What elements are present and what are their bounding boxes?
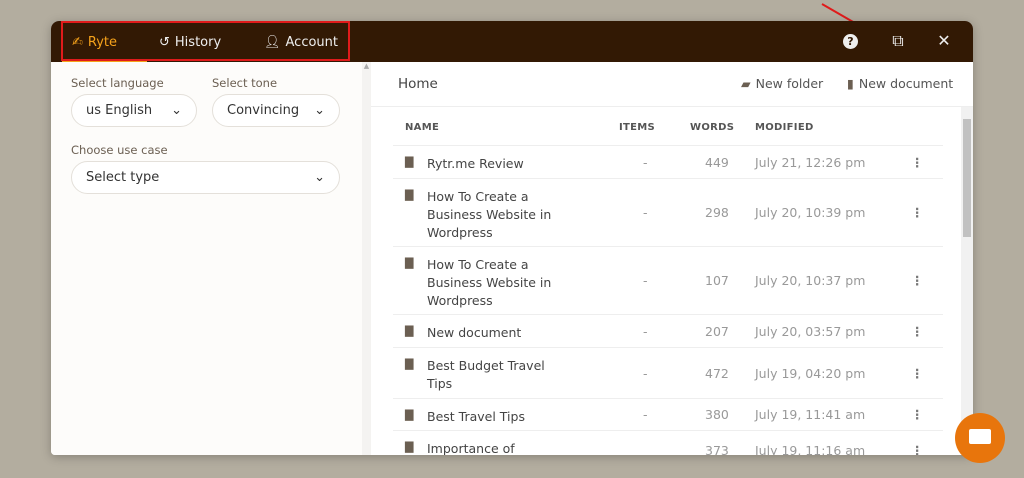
word-count: 207	[705, 323, 729, 339]
table-row[interactable]: ▇ How To Create a Business Website in Wo…	[393, 246, 943, 314]
right-scrollbar[interactable]	[961, 107, 973, 455]
table-row[interactable]: ▇ Best Budget Travel Tips - 472 July 19,…	[393, 347, 943, 398]
new-folder-button[interactable]: ▰ New folder	[741, 76, 823, 91]
more-options-icon[interactable]: ⋮	[911, 273, 924, 288]
hand-writing-icon: ✍	[72, 34, 83, 50]
modified-date: July 20, 10:37 pm	[755, 273, 866, 288]
close-icon[interactable]: ✕	[934, 31, 954, 50]
new-document-button[interactable]: ▮ New document	[847, 76, 953, 91]
more-options-icon[interactable]: ⋮	[911, 324, 924, 339]
breadcrumb-home[interactable]: Home	[398, 76, 438, 92]
document-icon: ▇	[405, 155, 414, 168]
document-icon: ▇	[405, 440, 414, 453]
items-count: -	[643, 205, 648, 220]
column-items: ITEMS	[619, 122, 656, 133]
column-modified: MODIFIED	[755, 122, 814, 133]
document-plus-icon: ▮	[847, 76, 854, 91]
open-external-icon[interactable]: ⧉	[888, 31, 908, 51]
document-name[interactable]: Best Budget Travel Tips	[427, 357, 567, 393]
word-count: 449	[705, 154, 729, 170]
chevron-down-icon: ⌄	[171, 103, 182, 118]
document-name[interactable]: Best Travel Tips	[427, 408, 567, 426]
more-options-icon[interactable]: ⋮	[911, 155, 924, 170]
table-row[interactable]: ▇ How To Create a Business Website in Wo…	[393, 178, 943, 246]
table-row[interactable]: ▇ New document - 207 July 20, 03:57 pm ⋮	[393, 314, 943, 347]
document-name[interactable]: New document	[427, 324, 567, 342]
items-count: -	[643, 323, 648, 339]
tab-history[interactable]: ↺ History	[159, 23, 221, 61]
left-panel: Select language us English ⌄ Select tone …	[51, 62, 362, 455]
usecase-select[interactable]: Select type ⌄	[71, 161, 340, 194]
document-icon: ▇	[405, 188, 414, 201]
user-icon: 👤︎	[264, 34, 281, 50]
header: ✍ Ryte ↺ History 👤︎ Account ? ⧉ ✕	[51, 21, 973, 63]
document-icon: ▇	[405, 408, 414, 421]
history-icon: ↺	[159, 34, 170, 50]
scrollbar-thumb[interactable]	[963, 119, 971, 237]
more-options-icon[interactable]: ⋮	[911, 366, 924, 381]
document-name[interactable]: How To Create a Business Website in Word…	[427, 256, 567, 310]
modified-date: July 20, 03:57 pm	[755, 323, 866, 339]
modified-date: July 19, 04:20 pm	[755, 365, 866, 381]
modified-date: July 21, 12:26 pm	[755, 154, 866, 170]
items-count: -	[643, 407, 648, 422]
document-name[interactable]: Importance of	[427, 440, 567, 455]
tone-select[interactable]: Convincing ⌄	[212, 94, 340, 127]
items-count: -	[643, 273, 648, 288]
documents-panel: Home ▰ New folder ▮ New document NAME ITEM…	[371, 62, 973, 455]
table-row[interactable]: ▇ Best Travel Tips - 380 July 19, 11:41 …	[393, 398, 943, 430]
modified-date: July 20, 10:39 pm	[755, 205, 866, 220]
help-icon[interactable]: ?	[843, 34, 858, 49]
chevron-down-icon: ⌄	[314, 170, 325, 185]
document-icon: ▇	[405, 357, 414, 370]
chat-icon	[969, 429, 991, 444]
tone-label: Select tone	[212, 76, 278, 90]
chevron-down-icon: ⌄	[314, 103, 325, 118]
word-count: 107	[705, 273, 729, 288]
tab-account[interactable]: 👤︎ Account	[264, 23, 338, 61]
word-count: 298	[705, 205, 729, 220]
items-count: -	[643, 365, 648, 381]
document-icon: ▇	[405, 324, 414, 337]
word-count: 472	[705, 365, 729, 381]
document-name[interactable]: Rytr.me Review	[427, 155, 567, 173]
items-count: -	[643, 154, 648, 170]
tab-group-highlight: ✍ Ryte ↺ History 👤︎ Account	[61, 21, 350, 63]
rytr-window: ✍ Ryte ↺ History 👤︎ Account ? ⧉ ✕ Select la…	[51, 21, 973, 455]
document-icon: ▇	[405, 256, 414, 269]
language-select[interactable]: us English ⌄	[71, 94, 197, 127]
column-name: NAME	[405, 122, 440, 133]
tab-ryte[interactable]: ✍ Ryte	[61, 23, 148, 63]
more-options-icon[interactable]: ⋮	[911, 407, 924, 422]
folder-plus-icon: ▰	[741, 76, 751, 91]
word-count: 373	[705, 443, 729, 455]
table-row[interactable]: ▇ Rytr.me Review - 449 July 21, 12:26 pm…	[393, 145, 943, 178]
word-count: 380	[705, 407, 729, 422]
document-name[interactable]: How To Create a Business Website in Word…	[427, 188, 567, 242]
modified-date: July 19, 11:41 am	[755, 407, 866, 422]
chat-button[interactable]	[955, 413, 1005, 463]
column-words: WORDS	[690, 122, 735, 133]
modified-date: July 19, 11:16 am	[755, 443, 866, 455]
table-row[interactable]: ▇ Importance of 373 July 19, 11:16 am ⋮	[393, 430, 943, 455]
usecase-label: Choose use case	[71, 143, 168, 157]
more-options-icon[interactable]: ⋮	[911, 205, 924, 220]
more-options-icon[interactable]: ⋮	[911, 443, 924, 455]
language-label: Select language	[71, 76, 164, 90]
left-scrollbar[interactable]: ▲	[362, 62, 371, 455]
